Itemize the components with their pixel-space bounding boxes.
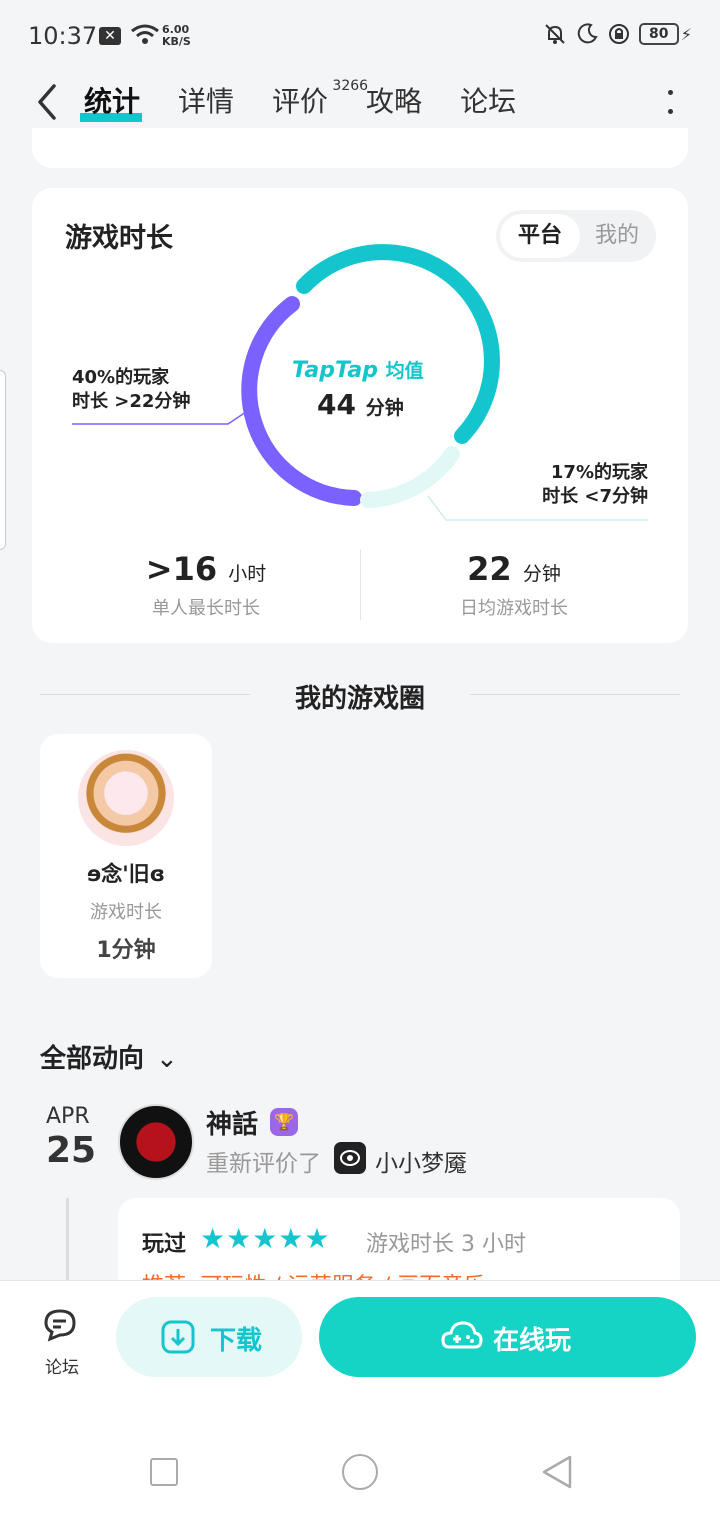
moon-icon: [577, 23, 598, 44]
game-name[interactable]: 小小梦魇: [375, 1144, 467, 1178]
feed-filter-dropdown[interactable]: 全部动向 ⌄: [40, 1038, 178, 1075]
average-value: 44: [317, 388, 356, 421]
tab-statistics[interactable]: 统计: [79, 84, 143, 122]
longest-unit: 小时: [228, 563, 267, 585]
member-playtime-label: 游戏时长: [90, 902, 162, 923]
download-label: 下载: [210, 1326, 263, 1356]
playtime-stats-card: 游戏时长 平台 我的 40%的玩家 时长 >22分钟 17%的玩家 时长 <7分…: [32, 188, 688, 643]
daily-playtime-stat: 22 分钟 日均游戏时长: [364, 550, 664, 620]
forum-label: 论坛: [45, 1358, 79, 1378]
circle-member-card[interactable]: ɘ念'旧ɞ 游戏时长 1分钟: [40, 734, 212, 978]
user-avatar[interactable]: [118, 1104, 194, 1180]
trophy-badge-icon: 🏆: [270, 1108, 298, 1136]
notification-x-icon: ✕: [99, 27, 121, 45]
tab-label: 攻略: [366, 85, 423, 118]
feed-date-day: 25: [46, 1130, 97, 1171]
recents-icon[interactable]: [150, 1458, 178, 1486]
tab-label: 评价: [272, 85, 329, 118]
tab-bar: 统计 详情 评价 3266 攻略 论坛: [79, 78, 554, 122]
status-time: 10:37: [28, 22, 98, 50]
network-speed: 6.00 KB/S: [162, 24, 191, 48]
back-arrow-icon[interactable]: [34, 82, 64, 122]
taptap-average-label: TapTap 均值: [292, 356, 452, 383]
tab-label: 统计: [84, 85, 141, 118]
cloud-gamepad-icon: [441, 1321, 483, 1349]
chevron-down-icon: ⌄: [156, 1044, 178, 1074]
tab-forum[interactable]: 论坛: [460, 84, 516, 120]
forum-chat-icon: [44, 1309, 76, 1342]
review-playtime: 游戏时长 3 小时: [366, 1232, 526, 1257]
rating-stars: ★★★★★: [200, 1222, 331, 1255]
daily-desc: 日均游戏时长: [460, 598, 568, 619]
download-icon: [161, 1320, 195, 1354]
average-unit: 分钟: [365, 397, 404, 419]
battery-indicator: 80: [638, 23, 679, 45]
longest-value: >16: [145, 550, 218, 588]
play-online-label: 在线玩: [493, 1326, 572, 1356]
charging-icon: ⚡: [680, 24, 692, 44]
user-name[interactable]: 神話: [206, 1104, 258, 1141]
right-callout-line1: 17%的玩家: [550, 462, 648, 483]
left-callout: 40%的玩家 时长 >22分钟: [72, 366, 190, 414]
play-online-button[interactable]: 在线玩: [319, 1297, 696, 1377]
speed-unit: KB/S: [162, 35, 191, 48]
tab-details[interactable]: 详情: [178, 84, 234, 120]
tab-guides[interactable]: 攻略: [366, 84, 422, 120]
played-label: 玩过: [142, 1232, 187, 1257]
left-callout-line2: 时长 >22分钟: [72, 391, 191, 412]
right-callout-line2: 时长 <7分钟: [542, 486, 648, 507]
forum-button[interactable]: 论坛: [38, 1305, 86, 1378]
home-icon[interactable]: [342, 1454, 378, 1490]
feed-title: 全部动向: [40, 1044, 145, 1074]
game-icon: [334, 1142, 366, 1174]
mute-bell-icon: [545, 24, 565, 44]
status-bar: 10:37 ✕ 6.00 KB/S 80 ⚡: [0, 0, 720, 72]
stat-divider: [360, 550, 361, 620]
back-icon[interactable]: [540, 1454, 574, 1490]
game-circle-title: 我的游戏圈: [294, 684, 425, 714]
longest-desc: 单人最长时长: [152, 598, 260, 619]
left-callout-line1: 40%的玩家: [72, 367, 170, 388]
bottom-action-bar: 论坛 下载 在线玩: [0, 1280, 720, 1400]
feed-action-text: 重新评价了: [206, 1151, 321, 1177]
wifi-icon: [131, 24, 159, 44]
member-name: ɘ念'旧ɞ: [86, 862, 166, 886]
right-callout: 17%的玩家 时长 <7分钟: [542, 461, 648, 509]
review-count-badge: 3266: [332, 78, 369, 94]
system-nav-bar: [0, 1400, 720, 1520]
tab-reviews[interactable]: 评价 3266: [272, 78, 368, 120]
average-playtime: 44 分钟: [317, 388, 404, 421]
donut-arc-short: [360, 446, 460, 508]
tab-label: 论坛: [460, 85, 517, 118]
rotation-lock-icon: [608, 24, 629, 44]
download-button[interactable]: 下载: [116, 1297, 302, 1377]
average-label: 均值: [385, 360, 424, 382]
timeline-line: [66, 1198, 69, 1288]
longest-playtime-stat: >16 小时 单人最长时长: [56, 550, 356, 620]
member-playtime-value: 1分钟: [96, 938, 156, 963]
feed-date-month: APR: [46, 1104, 90, 1129]
daily-value: 22: [467, 550, 512, 588]
taptap-logo: TapTap: [292, 358, 378, 383]
daily-unit: 分钟: [522, 563, 561, 585]
tab-label: 详情: [178, 85, 235, 118]
side-drawer-handle[interactable]: [0, 370, 6, 550]
previous-card: [32, 128, 688, 168]
more-options-icon[interactable]: [668, 90, 676, 128]
member-avatar: [78, 750, 174, 846]
